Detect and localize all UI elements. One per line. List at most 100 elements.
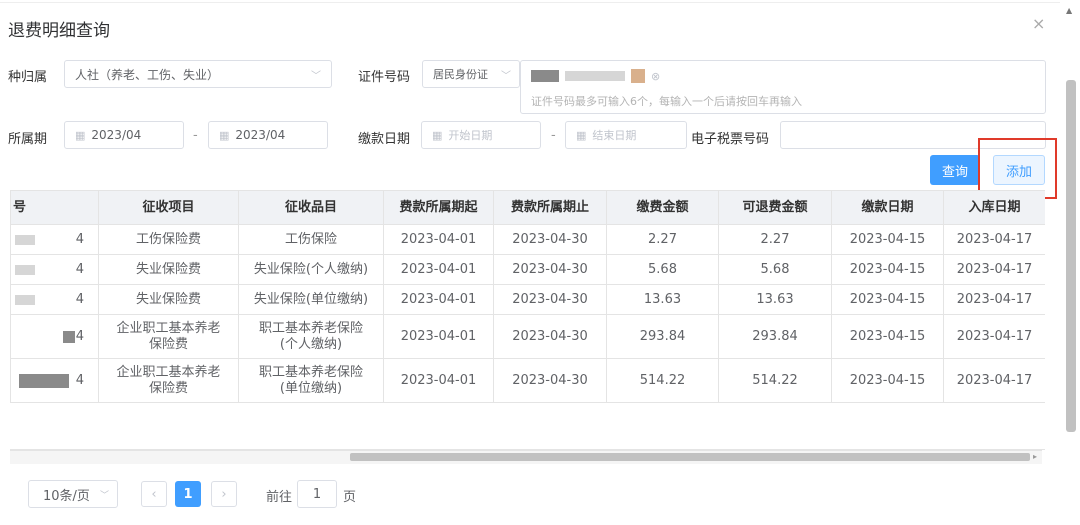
col-header-refundable: 可退费金额 xyxy=(718,190,832,225)
range-separator: - xyxy=(551,128,556,143)
table-header-row: 号 征收项目 征收品目 费款所属期起 费款所属期止 缴费金额 可退费金额 缴款日… xyxy=(10,190,1045,225)
cell-refundable: 5.68 xyxy=(718,254,832,285)
cell-no: 4 xyxy=(10,254,99,285)
col-header-item: 征收项目 xyxy=(98,190,239,225)
cell-refundable: 293.84 xyxy=(718,314,832,359)
chevron-down-icon: ﹀ xyxy=(311,70,321,82)
scroll-right-icon[interactable]: ▸ xyxy=(1033,452,1037,461)
col-header-sub: 征收品目 xyxy=(238,190,384,225)
cell-start: 2023-04-01 xyxy=(383,284,494,315)
chevron-down-icon: ﹀ xyxy=(501,70,511,82)
calendar-icon: ▦ xyxy=(432,128,443,142)
cell-store-date: 2023-04-17 xyxy=(943,284,1045,315)
col-header-no: 号 xyxy=(10,190,99,225)
cell-amount: 2.27 xyxy=(606,224,719,255)
masked-value xyxy=(631,69,645,83)
add-button[interactable]: 添加 xyxy=(993,155,1045,185)
cell-sub: 工伤保险 xyxy=(238,224,384,255)
page-1-button[interactable]: 1 xyxy=(175,481,201,507)
goto-page-input[interactable]: 1 xyxy=(297,480,337,508)
cell-refundable: 13.63 xyxy=(718,284,832,315)
cert-type-select[interactable]: 居民身份证 ﹀ xyxy=(422,60,520,88)
pay-date-label: 缴款日期 xyxy=(358,132,411,147)
calendar-icon: ▦ xyxy=(75,128,86,142)
cell-no: 4 xyxy=(10,224,99,255)
cell-pay-date: 2023-04-15 xyxy=(831,224,944,255)
horizontal-scroll-thumb[interactable] xyxy=(350,453,1030,461)
range-separator: - xyxy=(193,128,198,143)
cell-sub: 职工基本养老保险(单位缴纳) xyxy=(238,358,384,403)
period-start-value: 2023/04 xyxy=(91,128,142,142)
cell-sub: 职工基本养老保险(个人缴纳) xyxy=(238,314,384,359)
masked-value xyxy=(15,264,35,275)
table-row[interactable]: 4 失业保险费 失业保险(单位缴纳) 2023-04-01 2023-04-30… xyxy=(10,284,1045,315)
pay-date-end-input[interactable]: ▦ 结束日期 xyxy=(565,121,687,149)
insurance-type-label: 种归属 xyxy=(8,70,48,85)
scroll-up-icon[interactable]: ▲ xyxy=(1066,6,1072,15)
period-end-input[interactable]: ▦ 2023/04 xyxy=(208,121,328,149)
chevron-left-icon: ‹ xyxy=(151,486,157,502)
calendar-icon: ▦ xyxy=(219,128,230,142)
table-row[interactable]: 4 企业职工基本养老保险费 职工基本养老保险(个人缴纳) 2023-04-01 … xyxy=(10,314,1045,359)
prev-page-button[interactable]: ‹ xyxy=(141,481,167,507)
period-start-input[interactable]: ▦ 2023/04 xyxy=(64,121,184,149)
refund-table-wrapper: 号 征收项目 征收品目 费款所属期起 费款所属期止 缴费金额 可退费金额 缴款日… xyxy=(10,190,1045,450)
cell-start: 2023-04-01 xyxy=(383,224,494,255)
cert-no-input[interactable]: ⊗ 证件号码最多可输入6个，每输入一个后请按回车再输入 xyxy=(520,60,1046,114)
cell-store-date: 2023-04-17 xyxy=(943,224,1045,255)
chevron-down-icon: ﹀ xyxy=(99,490,109,501)
cell-no: 4 xyxy=(10,314,99,359)
pay-date-start-placeholder: 开始日期 xyxy=(448,129,493,142)
query-button[interactable]: 查询 xyxy=(930,155,980,185)
masked-value xyxy=(19,373,69,388)
cell-amount: 5.68 xyxy=(606,254,719,285)
cell-start: 2023-04-01 xyxy=(383,358,494,403)
cell-sub: 失业保险(个人缴纳) xyxy=(238,254,384,285)
cell-end: 2023-04-30 xyxy=(493,358,607,403)
cert-no-label: 证件号码 xyxy=(358,70,411,85)
masked-value xyxy=(15,294,35,305)
masked-value xyxy=(531,70,559,82)
insurance-type-select[interactable]: 人社（养老、工伤、失业） ﹀ xyxy=(64,60,332,88)
cell-start: 2023-04-01 xyxy=(383,314,494,359)
close-icon[interactable]: × xyxy=(1032,14,1045,33)
cert-no-hint: 证件号码最多可输入6个，每输入一个后请按回车再输入 xyxy=(531,95,802,108)
cell-pay-date: 2023-04-15 xyxy=(831,314,944,359)
table-row[interactable]: 4 失业保险费 失业保险(个人缴纳) 2023-04-01 2023-04-30… xyxy=(10,254,1045,285)
tag-close-icon[interactable]: ⊗ xyxy=(651,70,660,83)
cell-amount: 13.63 xyxy=(606,284,719,315)
table-row[interactable]: 4 企业职工基本养老保险费 职工基本养老保险(单位缴纳) 2023-04-01 … xyxy=(10,358,1045,403)
top-divider xyxy=(0,2,1060,3)
cell-store-date: 2023-04-17 xyxy=(943,314,1045,359)
cell-item: 工伤保险费 xyxy=(98,224,239,255)
cell-pay-date: 2023-04-15 xyxy=(831,284,944,315)
period-end-value: 2023/04 xyxy=(235,128,286,142)
dialog-title: 退费明细查询 xyxy=(8,21,110,41)
vertical-scroll-thumb[interactable] xyxy=(1066,80,1076,432)
cell-amount: 293.84 xyxy=(606,314,719,359)
cell-item: 失业保险费 xyxy=(98,284,239,315)
cell-start: 2023-04-01 xyxy=(383,254,494,285)
cell-amount: 514.22 xyxy=(606,358,719,403)
pay-date-end-placeholder: 结束日期 xyxy=(592,129,637,142)
cell-refundable: 2.27 xyxy=(718,224,832,255)
cell-refundable: 514.22 xyxy=(718,358,832,403)
cell-item: 企业职工基本养老保险费 xyxy=(98,314,239,359)
masked-value xyxy=(565,71,625,81)
cell-pay-date: 2023-04-15 xyxy=(831,358,944,403)
pay-date-start-input[interactable]: ▦ 开始日期 xyxy=(421,121,541,149)
table-row[interactable]: 4 工伤保险费 工伤保险 2023-04-01 2023-04-30 2.27 … xyxy=(10,224,1045,255)
tax-ticket-label: 电子税票号码 xyxy=(691,132,770,147)
cell-sub: 失业保险(单位缴纳) xyxy=(238,284,384,315)
cell-no: 4 xyxy=(10,284,99,315)
masked-value xyxy=(15,234,35,245)
period-label: 所属期 xyxy=(8,132,48,147)
page-size-value: 10条/页 xyxy=(43,488,90,504)
page-size-select[interactable]: 10条/页 ﹀ xyxy=(28,480,118,508)
cell-end: 2023-04-30 xyxy=(493,224,607,255)
insurance-type-value: 人社（养老、工伤、失业） xyxy=(75,67,220,82)
next-page-button[interactable]: › xyxy=(211,481,237,507)
col-header-store-date: 入库日期 xyxy=(943,190,1045,225)
col-header-pay-date: 缴款日期 xyxy=(831,190,944,225)
col-header-end: 费款所属期止 xyxy=(493,190,607,225)
